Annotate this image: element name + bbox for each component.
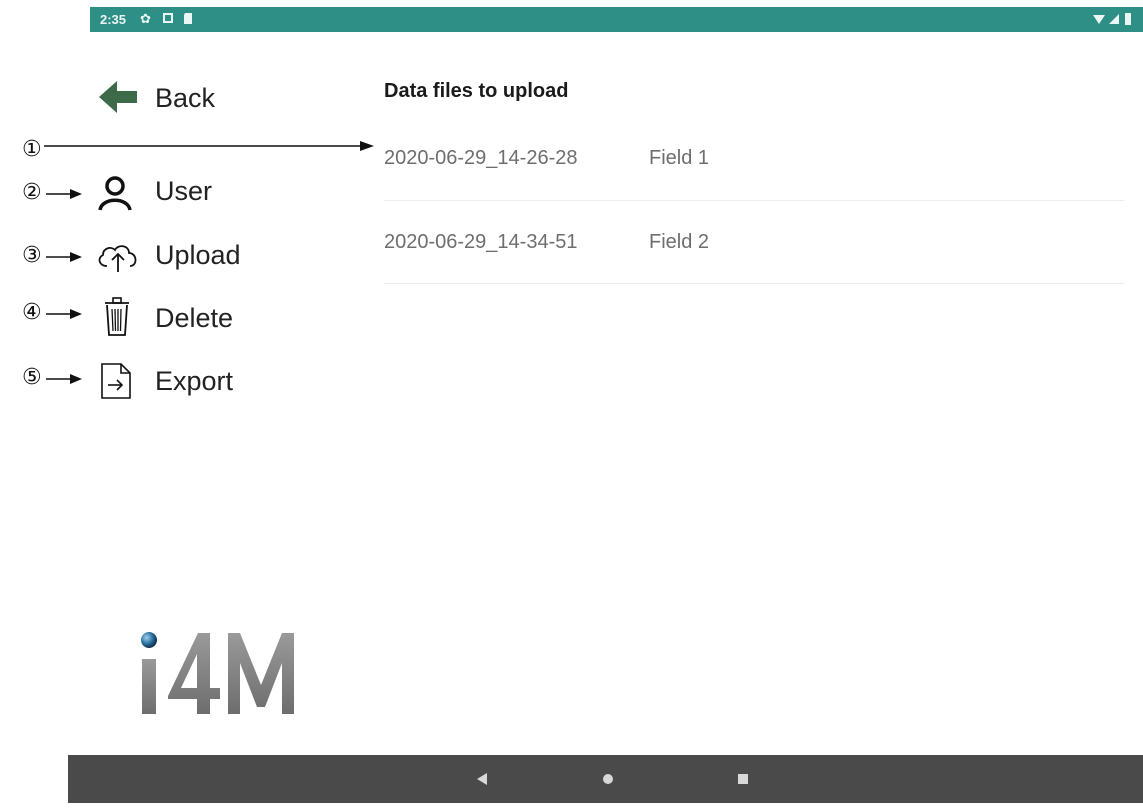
file-field: Field 2 [649,231,710,253]
annotation-1: ① [22,137,42,162]
annotation-arrow-3 [46,252,82,262]
notification-square-icon [162,12,174,27]
recents-square-icon [738,774,748,784]
user-button[interactable]: User [155,176,212,207]
battery-icon [1125,13,1131,25]
annotation-arrow-1 [44,141,374,151]
annotation-5: ⑤ [22,365,42,390]
annotation-arrow-5 [46,374,82,384]
upload-button[interactable]: Upload [155,240,241,271]
annotation-4: ④ [22,300,42,325]
export-button[interactable]: Export [155,366,233,397]
export-file-icon [100,362,132,405]
back-arrow-icon [97,79,139,120]
annotation-3: ③ [22,243,42,268]
list-title: Data files to upload [384,80,569,102]
nav-back-button[interactable] [452,755,512,803]
gear-icon: ✿ [140,11,151,26]
file-row[interactable]: 2020-06-29_14-26-28 Field 1 [384,118,1124,201]
home-circle-icon [603,774,613,784]
file-name: 2020-06-29_14-34-51 [384,231,578,253]
status-right-icons [1091,12,1135,29]
nav-home-button[interactable] [578,755,638,803]
cloud-upload-icon [95,240,141,279]
user-icon [97,175,133,216]
annotation-2: ② [22,180,42,205]
nav-recents-button[interactable] [713,755,773,803]
back-button[interactable]: Back [95,75,245,120]
back-triangle-icon [477,773,487,785]
trash-icon [103,297,131,342]
sd-card-icon [183,12,193,28]
file-row[interactable]: 2020-06-29_14-34-51 Field 2 [384,201,1124,284]
wifi-icon [1093,15,1105,24]
file-name: 2020-06-29_14-26-28 [384,147,578,169]
back-label: Back [155,83,216,113]
navigation-bar [68,755,1143,803]
status-time: 2:35 [100,12,127,27]
delete-button[interactable]: Delete [155,303,233,334]
i4m-logo [140,625,300,720]
signal-icon [1109,14,1119,24]
annotation-arrow-2 [46,189,82,199]
annotation-arrow-4 [46,309,82,319]
file-field: Field 1 [649,147,710,169]
status-bar: 2:35 ✿ [90,7,1143,32]
